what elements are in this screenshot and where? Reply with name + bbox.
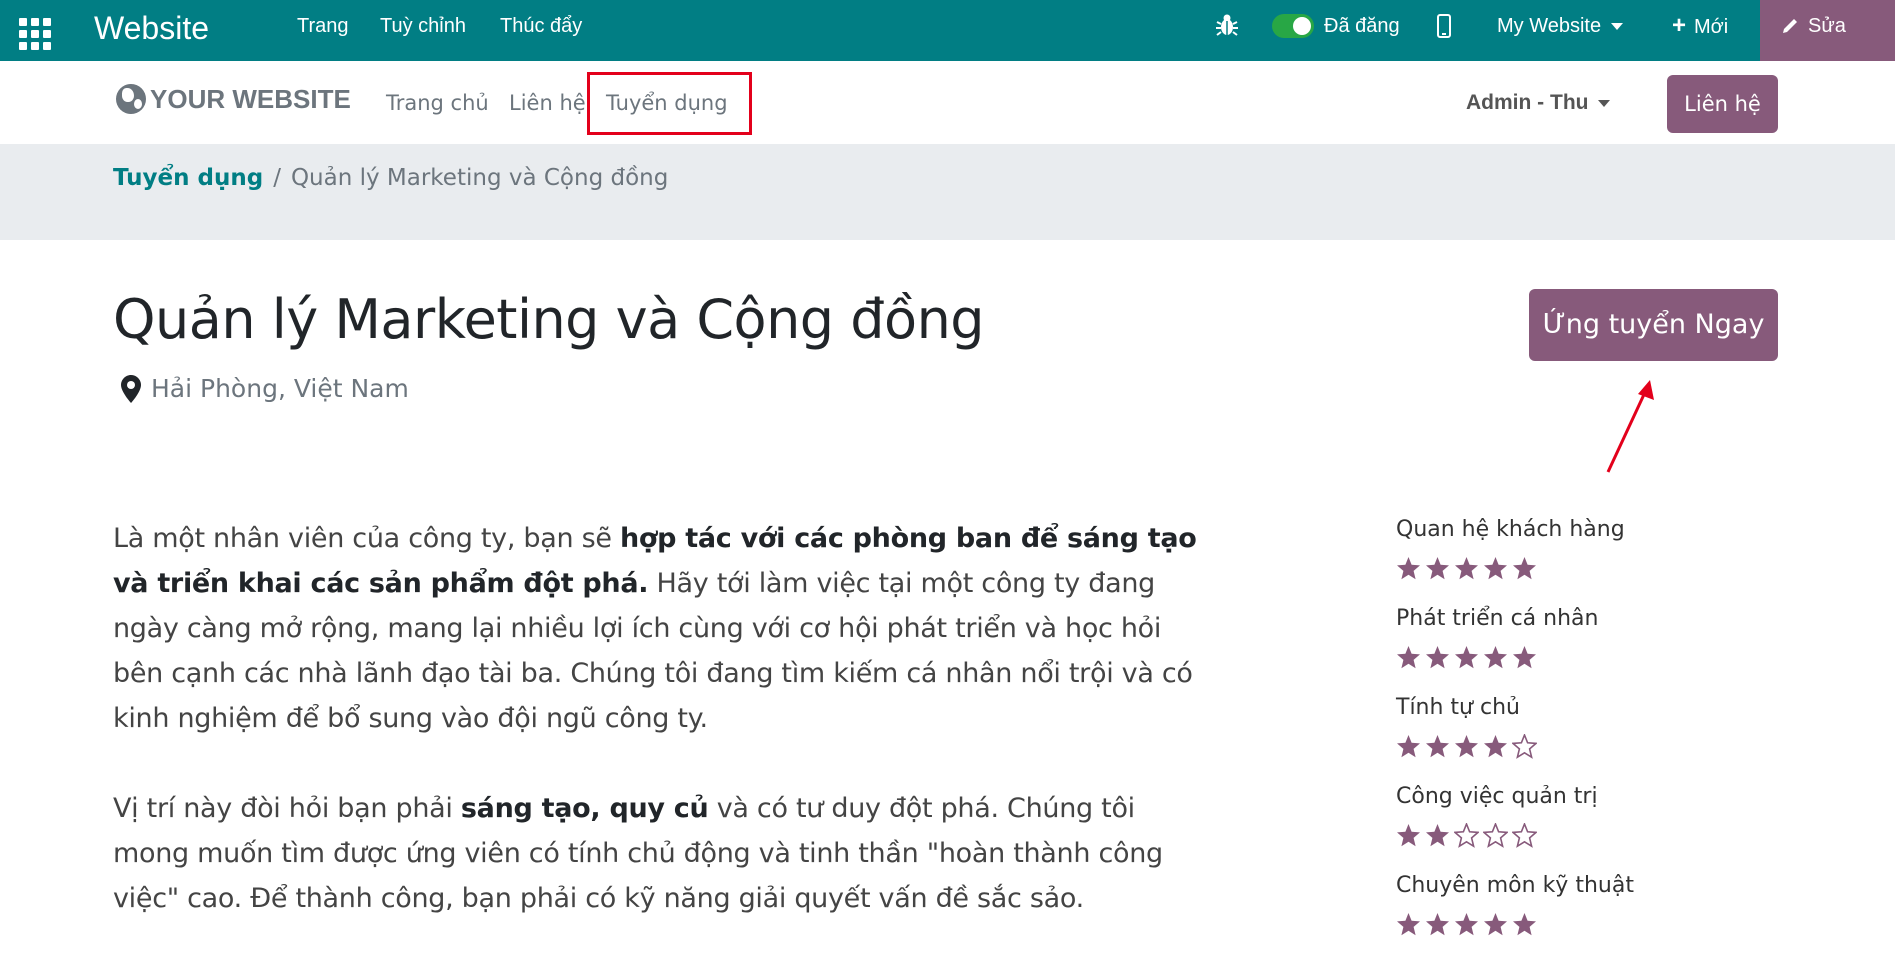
star-filled-icon — [1455, 557, 1478, 580]
skill-item: Tính tự chủ — [1396, 692, 1696, 781]
star-filled-icon — [1484, 735, 1507, 758]
new-button-label: Mới — [1694, 16, 1729, 38]
star-filled-icon — [1455, 735, 1478, 758]
page-title: Quản lý Marketing và Cộng đồng — [113, 288, 985, 351]
star-filled-icon — [1513, 557, 1536, 580]
skill-item: Công việc quản trị — [1396, 781, 1696, 870]
admin-top-bar: Website Trang Tuỳ chỉnh Thúc đẩy Đã đăng… — [0, 0, 1895, 61]
apply-now-button[interactable]: Ứng tuyển Ngay — [1529, 289, 1778, 361]
user-menu[interactable]: Admin - Thu — [1466, 61, 1611, 145]
skill-label: Công việc quản trị — [1396, 784, 1598, 809]
star-filled-icon — [1397, 735, 1420, 758]
menu-item-promote[interactable]: Thúc đẩy — [500, 0, 582, 61]
toggle-knob — [1293, 17, 1311, 35]
skill-label: Phát triển cá nhân — [1396, 606, 1599, 631]
star-filled-icon — [1455, 913, 1478, 936]
skill-item: Quan hệ khách hàng — [1396, 514, 1696, 603]
star-filled-icon — [1484, 646, 1507, 669]
published-label[interactable]: Đã đăng — [1324, 0, 1400, 52]
logo-text: YOUR WEBSITE — [150, 83, 351, 114]
description-text: Là một nhân viên của công ty, bạn sẽ — [113, 523, 620, 554]
skill-label: Tính tự chủ — [1396, 695, 1520, 720]
apps-grid-icon[interactable] — [14, 13, 51, 50]
website-selector[interactable]: My Website — [1497, 0, 1624, 52]
skills-list: Quan hệ khách hàng Phát triển cá nhân Tí… — [1396, 514, 1696, 959]
nav-home[interactable]: Trang chủ — [386, 61, 489, 145]
description-paragraph-1: Là một nhân viên của công ty, bạn sẽ hợp… — [113, 516, 1208, 741]
star-filled-icon — [1397, 646, 1420, 669]
edit-button[interactable]: Sửa — [1760, 0, 1895, 61]
star-filled-icon — [1426, 913, 1449, 936]
star-filled-icon — [1397, 913, 1420, 936]
highlight-box — [587, 72, 752, 135]
star-empty-icon — [1512, 823, 1537, 848]
plus-icon: + — [1672, 12, 1687, 39]
location-text: Hải Phòng, Việt Nam — [151, 374, 409, 403]
job-location: Hải Phòng, Việt Nam — [121, 374, 409, 403]
breadcrumb: Tuyển dụng / Quản lý Marketing và Cộng đồn… — [113, 165, 668, 191]
star-rating — [1396, 912, 1696, 942]
contact-us-button[interactable]: Liên hệ — [1667, 75, 1778, 133]
star-filled-icon — [1426, 646, 1449, 669]
new-button[interactable]: + Mới — [1672, 0, 1728, 53]
chevron-down-icon — [1611, 23, 1624, 31]
chevron-down-icon — [1598, 99, 1611, 107]
star-filled-icon — [1426, 824, 1449, 847]
star-filled-icon — [1426, 557, 1449, 580]
star-filled-icon — [1397, 824, 1420, 847]
star-rating — [1396, 823, 1696, 853]
star-rating — [1396, 645, 1696, 675]
site-header: YOUR WEBSITE Trang chủ Liên hệ Tuyển dụn… — [0, 61, 1895, 145]
menu-item-pages[interactable]: Trang — [297, 0, 349, 61]
star-empty-icon — [1454, 823, 1479, 848]
breadcrumb-jobs-link[interactable]: Tuyển dụng — [113, 165, 263, 191]
skill-item: Phát triển cá nhân — [1396, 603, 1696, 692]
breadcrumb-current: Quản lý Marketing và Cộng đồng — [290, 165, 669, 191]
breadcrumb-separator: / — [273, 165, 281, 191]
menu-item-customize[interactable]: Tuỳ chỉnh — [380, 0, 466, 61]
website-selector-label: My Website — [1497, 15, 1602, 37]
app-brand[interactable]: Website — [94, 8, 209, 48]
star-filled-icon — [1484, 557, 1507, 580]
star-rating — [1396, 734, 1696, 764]
globe-icon — [116, 84, 146, 114]
skill-label: Chuyên môn kỹ thuật — [1396, 873, 1634, 898]
description-paragraph-2: Vị trí này đòi hỏi bạn phải sáng tạo, qu… — [113, 786, 1208, 921]
description-highlight: sáng tạo, quy củ — [460, 793, 709, 824]
nav-contact[interactable]: Liên hệ — [509, 61, 586, 145]
publish-toggle[interactable] — [1272, 14, 1314, 38]
user-menu-label: Admin - Thu — [1466, 91, 1589, 114]
skill-label: Quan hệ khách hàng — [1396, 517, 1625, 542]
star-filled-icon — [1513, 646, 1536, 669]
skill-item: Chuyên môn kỹ thuật — [1396, 870, 1696, 959]
breadcrumb-band: Tuyển dụng / Quản lý Marketing và Cộng đồn… — [0, 145, 1895, 240]
star-filled-icon — [1513, 913, 1536, 936]
red-arrow-icon — [1606, 380, 1654, 473]
edit-button-label: Sửa — [1808, 15, 1846, 37]
star-empty-icon — [1512, 734, 1537, 759]
site-logo[interactable]: YOUR WEBSITE — [116, 79, 351, 119]
pencil-icon — [1783, 19, 1797, 33]
star-empty-icon — [1483, 823, 1508, 848]
job-description: Là một nhân viên của công ty, bạn sẽ hợp… — [113, 516, 1208, 966]
star-rating — [1396, 556, 1696, 586]
star-filled-icon — [1455, 646, 1478, 669]
star-filled-icon — [1397, 557, 1420, 580]
description-text: Vị trí này đòi hỏi bạn phải — [113, 793, 461, 824]
star-filled-icon — [1484, 913, 1507, 936]
star-filled-icon — [1426, 735, 1449, 758]
mobile-icon[interactable] — [1437, 14, 1451, 38]
map-marker-icon — [121, 374, 141, 403]
bug-icon[interactable] — [1216, 13, 1238, 37]
